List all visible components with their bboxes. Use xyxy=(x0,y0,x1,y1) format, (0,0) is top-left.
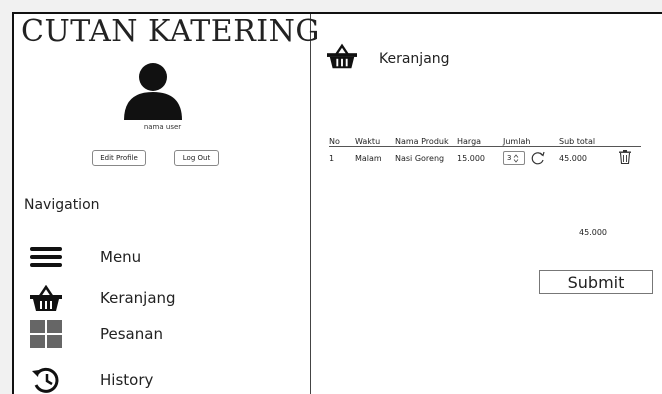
cell-jumlah: 3 xyxy=(503,147,559,170)
history-icon xyxy=(28,366,64,394)
sidebar-item-menu[interactable]: Menu xyxy=(28,243,298,271)
submit-button[interactable]: Submit xyxy=(539,270,653,294)
refresh-icon[interactable] xyxy=(531,151,545,165)
username-label: nama user xyxy=(143,123,182,131)
table-header-row: No Waktu Nama Produk Harga Jumlah Sub to… xyxy=(329,132,641,147)
cell-produk: Nasi Goreng xyxy=(395,153,445,163)
sidebar: CUTAN KATERING nama user Edit Profile Lo… xyxy=(14,14,319,394)
app-window: CUTAN KATERING nama user Edit Profile Lo… xyxy=(12,12,662,394)
log-out-button[interactable]: Log Out xyxy=(174,150,219,166)
quantity-value: 3 xyxy=(507,154,512,162)
sidebar-item-keranjang[interactable]: Keranjang xyxy=(28,284,298,312)
basket-icon xyxy=(28,284,64,312)
cart-total: 45.000 xyxy=(579,228,607,237)
sidebar-item-label: History xyxy=(100,371,154,389)
column-header: No xyxy=(329,132,355,147)
column-header: Harga xyxy=(457,132,503,147)
stepper-arrows-icon[interactable] xyxy=(513,153,519,163)
cell-waktu: Malam xyxy=(355,153,382,163)
cell-subtotal: 45.000 xyxy=(559,153,587,163)
basket-icon xyxy=(327,43,357,69)
column-header: Waktu xyxy=(355,132,395,147)
cell-no: 1 xyxy=(329,153,335,163)
cell-delete xyxy=(619,147,641,170)
navigation-heading: Navigation xyxy=(24,197,100,213)
sidebar-item-pesanan[interactable]: Pesanan xyxy=(28,320,298,348)
column-header: Nama Produk xyxy=(395,132,457,147)
trash-icon[interactable] xyxy=(619,150,631,165)
cart-panel: Keranjang No Waktu Nama Produk Harga Jum… xyxy=(311,14,662,394)
sidebar-item-history[interactable]: History xyxy=(28,366,298,394)
column-header: Sub total xyxy=(559,132,619,147)
sidebar-item-label: Keranjang xyxy=(100,289,176,307)
cart-table: No Waktu Nama Produk Harga Jumlah Sub to… xyxy=(329,132,641,169)
grid-icon xyxy=(28,320,64,348)
app-title: CUTAN KATERING xyxy=(21,14,320,49)
page-title: Keranjang xyxy=(379,51,450,67)
sidebar-item-label: Pesanan xyxy=(100,325,163,343)
column-header: Jumlah xyxy=(503,132,559,147)
avatar-icon xyxy=(124,63,182,120)
hamburger-icon xyxy=(28,243,64,271)
edit-profile-button[interactable]: Edit Profile xyxy=(92,150,146,166)
quantity-stepper[interactable]: 3 xyxy=(503,151,525,165)
sidebar-item-label: Menu xyxy=(100,248,142,266)
cell-harga: 15.000 xyxy=(457,153,485,163)
column-header xyxy=(619,132,641,147)
table-row: 1 Malam Nasi Goreng 15.000 3 45.000 xyxy=(329,147,641,170)
